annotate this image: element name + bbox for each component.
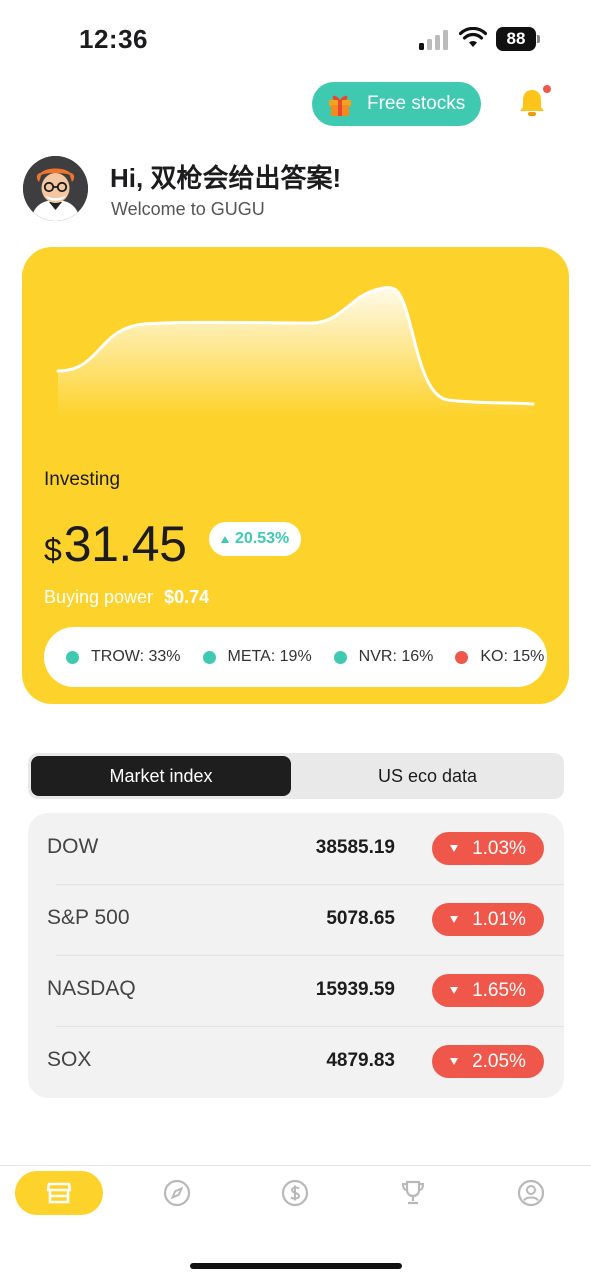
index-row[interactable]: DOW 38585.19 1.03% — [28, 813, 564, 884]
holding-label: NVR: 16% — [358, 648, 434, 665]
trophy-icon — [401, 1180, 425, 1205]
portfolio-amount: 31.45 — [63, 516, 187, 572]
index-name: SOX — [47, 1048, 92, 1071]
portfolio-card[interactable]: Investing $ 31.45 20.53% Buying power $0… — [22, 247, 569, 704]
store-icon — [46, 1182, 72, 1204]
triangle-down-icon — [450, 916, 459, 923]
index-name: S&P 500 — [47, 906, 130, 929]
compass-icon — [163, 1179, 191, 1207]
row-divider — [56, 955, 564, 956]
notification-dot — [543, 85, 551, 93]
portfolio-sparkline — [56, 286, 535, 417]
holding-dot — [202, 650, 216, 664]
signal-icon — [419, 30, 448, 50]
greeting-title: Hi, 双枪会给出答案! — [110, 163, 342, 193]
tab-us-eco-data[interactable]: US eco data — [294, 756, 561, 796]
free-stocks-button[interactable]: Free stocks — [312, 82, 481, 126]
holding-item[interactable]: TROW: 33% — [66, 648, 181, 666]
index-row[interactable]: NASDAQ 15939.59 1.65% — [28, 955, 564, 1026]
index-value: 15939.59 — [315, 979, 395, 1000]
portfolio-change-value: 20.53% — [235, 530, 290, 547]
holding-label: KO: 15% — [480, 648, 545, 665]
portfolio-value: $ 31.45 — [44, 515, 187, 573]
tab-market-index[interactable]: Market index — [31, 756, 291, 796]
sparkline-area — [58, 287, 533, 417]
welcome-subtitle: Welcome to GUGU — [111, 199, 265, 219]
triangle-up-icon — [221, 535, 229, 543]
investing-label: Investing — [44, 469, 121, 490]
nav-wallet-tab[interactable] — [251, 1171, 339, 1215]
holding-label: TROW: 33% — [91, 648, 181, 665]
holding-label: META: 19% — [227, 648, 312, 665]
index-change-badge: 2.05% — [432, 1045, 544, 1078]
holding-item[interactable]: NVR: 16% — [333, 648, 434, 666]
index-change-badge: 1.01% — [432, 903, 544, 936]
index-row[interactable]: S&P 500 5078.65 1.01% — [28, 884, 564, 955]
index-change-badge: 1.03% — [432, 832, 544, 865]
buying-power: Buying power $0.74 — [44, 587, 209, 608]
index-change-value: 1.01% — [472, 908, 526, 930]
nav-store-tab[interactable] — [15, 1171, 103, 1215]
holdings-track[interactable]: TROW: 33% META: 19% NVR: 16% KO: 15% — [66, 627, 547, 687]
nav-discover-tab[interactable] — [133, 1171, 221, 1215]
gift-icon — [329, 95, 351, 116]
holdings-strip[interactable]: TROW: 33% META: 19% NVR: 16% KO: 15% — [44, 627, 547, 687]
profile-icon — [517, 1179, 545, 1207]
nav-rewards-tab[interactable] — [369, 1171, 457, 1215]
index-change-value: 2.05% — [472, 1050, 526, 1072]
buying-power-label: Buying power — [44, 587, 154, 607]
wifi-icon — [459, 27, 487, 47]
index-change-value: 1.03% — [472, 837, 526, 859]
triangle-down-icon — [450, 1058, 459, 1065]
status-time: 12:36 — [79, 24, 148, 54]
holding-dot — [333, 650, 347, 664]
buying-power-value: $0.74 — [164, 587, 210, 607]
index-value: 4879.83 — [326, 1050, 395, 1071]
row-divider — [56, 1026, 564, 1027]
index-name: DOW — [47, 835, 99, 858]
holding-dot — [66, 650, 79, 664]
avatar-illustration — [23, 156, 88, 221]
index-change-value: 1.65% — [472, 979, 526, 1001]
index-name: NASDAQ — [47, 977, 136, 1000]
portfolio-change-badge: 20.53% — [209, 522, 302, 556]
battery-level: 88 — [496, 27, 536, 51]
status-bar: 12:36 88 — [0, 0, 591, 80]
data-segment-control: Market index US eco data — [28, 753, 564, 799]
market-index-list: DOW 38585.19 1.03% S&P 500 5078.65 1.01% NASDA… — [28, 813, 564, 1098]
holding-item[interactable]: KO: 15% — [455, 648, 544, 666]
index-value: 38585.19 — [315, 837, 395, 858]
triangle-down-icon — [450, 987, 459, 994]
index-change-badge: 1.65% — [432, 974, 544, 1007]
avatar[interactable] — [23, 156, 88, 221]
index-row[interactable]: SOX 4879.83 2.05% — [28, 1026, 564, 1097]
triangle-down-icon — [450, 845, 459, 852]
dollar-icon — [281, 1179, 309, 1207]
index-value: 5078.65 — [326, 908, 395, 929]
free-stocks-label: Free stocks — [367, 93, 466, 114]
battery-icon: 88 — [496, 27, 540, 51]
home-indicator — [190, 1263, 402, 1269]
nav-profile-tab[interactable] — [487, 1171, 575, 1215]
currency-symbol: $ — [44, 532, 62, 568]
row-divider — [56, 884, 564, 885]
holding-dot — [455, 650, 469, 664]
holding-item[interactable]: META: 19% — [202, 648, 312, 666]
